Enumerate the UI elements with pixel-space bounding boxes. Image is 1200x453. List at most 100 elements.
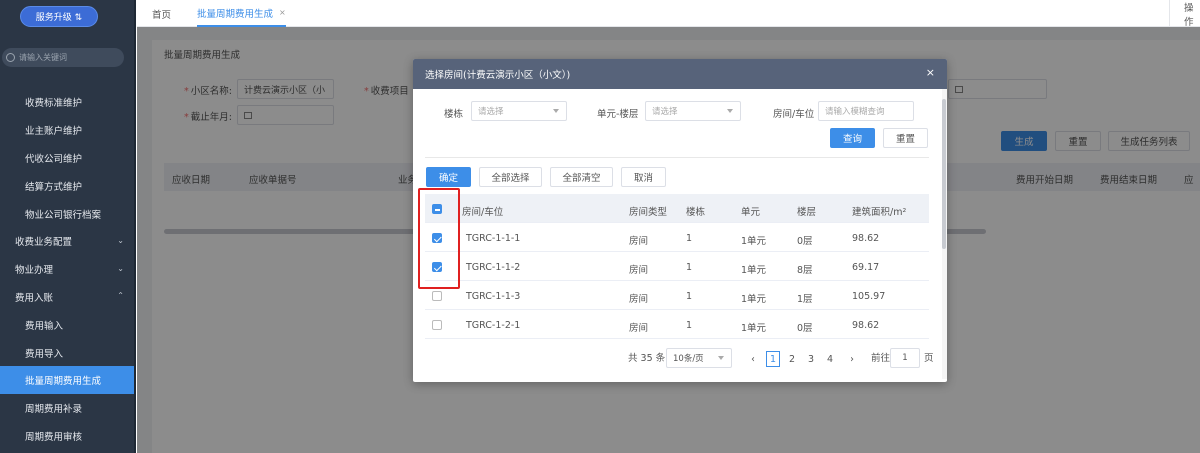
- building-cell: 1: [686, 320, 693, 331]
- table-row[interactable]: TGRC-1-1-2 房间 1 1单元 8层 69.17: [425, 252, 929, 281]
- sidebar-item-fee-standard[interactable]: 收费标准维护: [0, 88, 135, 116]
- unit-cell: 1单元: [741, 294, 767, 305]
- search-icon: [6, 53, 15, 62]
- building-placeholder: 请选择: [478, 107, 504, 117]
- sidebar-item-label: 代收公司维护: [25, 154, 83, 165]
- highlight-annotation-box: [418, 188, 460, 289]
- sidebar-item-periodic-supplement[interactable]: 周期费用补录: [0, 394, 135, 422]
- sidebar-item-label: 费用入账: [15, 293, 54, 304]
- unit-floor-placeholder: 请选择: [652, 107, 678, 117]
- sidebar-group-billing-config[interactable]: 收费业务配置 ⌄: [0, 227, 135, 255]
- room-search-input[interactable]: 请输入模糊查询: [818, 101, 914, 121]
- sidebar-item-agent-company[interactable]: 代收公司维护: [0, 144, 135, 172]
- column-header: 房间类型: [629, 207, 668, 218]
- page-number[interactable]: 2: [785, 351, 799, 367]
- sidebar-item-label: 收费业务配置: [15, 237, 73, 248]
- chevron-down-icon: ⌄: [117, 264, 124, 273]
- sidebar-item-periodic-review[interactable]: 周期费用审核: [0, 422, 135, 450]
- next-page-icon[interactable]: ›: [845, 351, 859, 367]
- dialog-title: 选择房间(计费云演示小区（小文）): [425, 70, 571, 81]
- pagination-total: 共 35 条: [628, 353, 666, 364]
- dialog-header: 选择房间(计费云演示小区（小文）): [413, 59, 947, 89]
- chevron-up-icon: ⌃: [117, 291, 124, 300]
- room-cell: TGRC-1-1-3: [466, 291, 521, 302]
- sidebar-item-fee-import[interactable]: 费用导入: [0, 339, 135, 367]
- area-cell: 98.62: [852, 320, 880, 331]
- sidebar-item-fee-input[interactable]: 费用输入: [0, 311, 135, 339]
- page-number[interactable]: 3: [804, 351, 818, 367]
- sidebar-group-property-handling[interactable]: 物业办理 ⌄: [0, 255, 135, 283]
- dialog-scrollbar[interactable]: [942, 89, 947, 379]
- chevron-down-icon: ⌄: [117, 236, 124, 245]
- table-row[interactable]: TGRC-1-1-1 房间 1 1单元 0层 98.62: [425, 223, 929, 252]
- area-cell: 98.62: [852, 233, 880, 244]
- close-icon[interactable]: ×: [279, 8, 286, 17]
- sidebar-item-bank-archive[interactable]: 物业公司银行档案: [0, 200, 135, 228]
- floor-cell: 1层: [797, 294, 813, 305]
- room-table-header: 房间/车位 房间类型 楼栋 单元 楼层 建筑面积/m²: [425, 194, 929, 223]
- cancel-button[interactable]: 取消: [621, 167, 666, 187]
- chevron-down-icon: [553, 109, 559, 113]
- dialog-reset-label: 重置: [895, 134, 915, 145]
- table-row[interactable]: TGRC-1-2-1 房间 1 1单元 0层 98.62: [425, 310, 929, 339]
- tab-home[interactable]: 首页: [152, 0, 171, 27]
- page-suffix: 页: [924, 353, 934, 364]
- unit-floor-label: 单元-楼层: [597, 109, 639, 120]
- sidebar-item-label: 物业办理: [15, 265, 54, 276]
- query-button[interactable]: 查询: [830, 128, 875, 148]
- operations-button[interactable]: 操作: [1169, 0, 1200, 28]
- building-cell: 1: [686, 262, 693, 273]
- prev-page-icon[interactable]: ‹: [746, 351, 760, 367]
- select-room-dialog: 选择房间(计费云演示小区（小文）) × 楼栋 请选择 单元-楼层 请选择 房间/…: [413, 59, 947, 382]
- cancel-label: 取消: [633, 173, 653, 184]
- close-icon[interactable]: ×: [926, 66, 935, 79]
- sidebar-search-placeholder: 请输入关键词: [19, 53, 67, 62]
- unit-cell: 1单元: [741, 323, 767, 334]
- select-all-button[interactable]: 全部选择: [479, 167, 542, 187]
- sidebar-item-owner-account[interactable]: 业主账户维护: [0, 116, 135, 144]
- table-row[interactable]: TGRC-1-1-3 房间 1 1单元 1层 105.97: [425, 281, 929, 310]
- confirm-button[interactable]: 确定: [426, 167, 471, 187]
- building-select[interactable]: 请选择: [471, 101, 567, 121]
- scrollbar-thumb[interactable]: [942, 99, 946, 249]
- clear-all-button[interactable]: 全部清空: [550, 167, 613, 187]
- chevron-down-icon: [727, 109, 733, 113]
- sidebar-item-label: 结算方式维护: [25, 182, 83, 193]
- row-checkbox[interactable]: [432, 291, 442, 301]
- area-cell: 69.17: [852, 262, 880, 273]
- column-header: 建筑面积/m²: [852, 207, 907, 218]
- room-placeholder: 请输入模糊查询: [825, 107, 885, 117]
- tab-label: 首页: [152, 9, 172, 21]
- room-cell: TGRC-1-1-2: [466, 262, 521, 273]
- room-cell: TGRC-1-1-1: [466, 233, 521, 244]
- sidebar-search-input[interactable]: 请输入关键词: [2, 48, 124, 67]
- page-number[interactable]: 1: [766, 351, 780, 367]
- column-header: 楼层: [797, 207, 817, 218]
- chevron-down-icon: [718, 356, 724, 360]
- building-cell: 1: [686, 233, 693, 244]
- goto-page-input[interactable]: 1: [890, 348, 920, 368]
- room-cell: TGRC-1-2-1: [466, 320, 521, 331]
- page-size-select[interactable]: 10条/页: [666, 348, 732, 368]
- query-label: 查询: [842, 134, 862, 145]
- confirm-label: 确定: [438, 173, 458, 184]
- unit-cell: 1单元: [741, 265, 767, 276]
- tab-bar: [137, 0, 1200, 27]
- dialog-reset-button[interactable]: 重置: [883, 128, 928, 148]
- sidebar-item-label: 收费标准维护: [25, 98, 83, 109]
- type-cell: 房间: [629, 236, 649, 247]
- floor-cell: 0层: [797, 236, 813, 247]
- sidebar: 服务升级 ⇅ 请输入关键词 收费标准维护 业主账户维护 代收公司维护 结算方式维…: [0, 0, 135, 453]
- sidebar-item-batch-periodic-fee[interactable]: 批量周期费用生成: [0, 366, 135, 394]
- unit-floor-select[interactable]: 请选择: [645, 101, 741, 121]
- tab-batch-periodic-fee[interactable]: 批量周期费用生成 ×: [197, 0, 286, 27]
- goto-page-value: 1: [902, 353, 908, 363]
- service-upgrade-button[interactable]: 服务升级 ⇅: [20, 6, 98, 27]
- service-upgrade-label: 服务升级 ⇅: [35, 13, 83, 23]
- sidebar-item-settlement-method[interactable]: 结算方式维护: [0, 172, 135, 200]
- sidebar-scrollbar[interactable]: [134, 0, 136, 453]
- page-number[interactable]: 4: [823, 351, 837, 367]
- row-checkbox[interactable]: [432, 320, 442, 330]
- sidebar-item-label: 物业公司银行档案: [25, 210, 102, 221]
- sidebar-group-fee-entry[interactable]: 费用入账 ⌃: [0, 283, 135, 311]
